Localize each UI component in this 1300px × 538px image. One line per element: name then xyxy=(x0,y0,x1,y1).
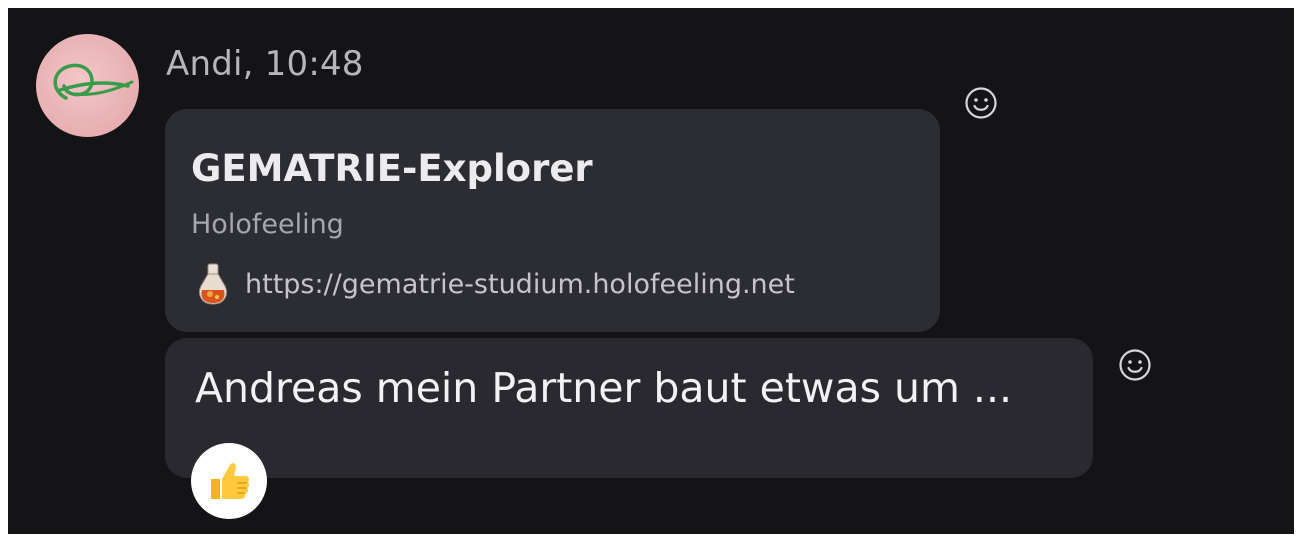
thumbs-up-icon xyxy=(211,463,250,499)
reaction-badge[interactable] xyxy=(191,443,267,519)
swirl-logo-icon xyxy=(53,63,134,100)
message-bubble[interactable]: Andreas mein Partner baut etwas um ... xyxy=(165,338,1093,478)
message-text: Andreas mein Partner baut etwas um ... xyxy=(195,364,1013,412)
smiley-icon[interactable] xyxy=(964,86,998,120)
message-header: Andi, 10:48 xyxy=(166,44,364,84)
chat-view: Andi, 10:48 GEMATRIE-Explorer Holofeelin… xyxy=(8,8,1294,534)
potion-bottle-icon xyxy=(199,263,227,305)
link-preview-url[interactable]: https://gematrie-studium.holofeeling.net xyxy=(245,269,795,300)
link-preview-title[interactable]: GEMATRIE-Explorer xyxy=(191,147,593,190)
link-preview-card[interactable]: GEMATRIE-Explorer Holofeeling https://ge… xyxy=(165,109,940,332)
smiley-icon[interactable] xyxy=(1118,348,1152,382)
avatar[interactable] xyxy=(36,34,139,137)
link-preview-site-name: Holofeeling xyxy=(191,209,344,240)
link-preview-url-row[interactable]: https://gematrie-studium.holofeeling.net xyxy=(195,259,795,309)
